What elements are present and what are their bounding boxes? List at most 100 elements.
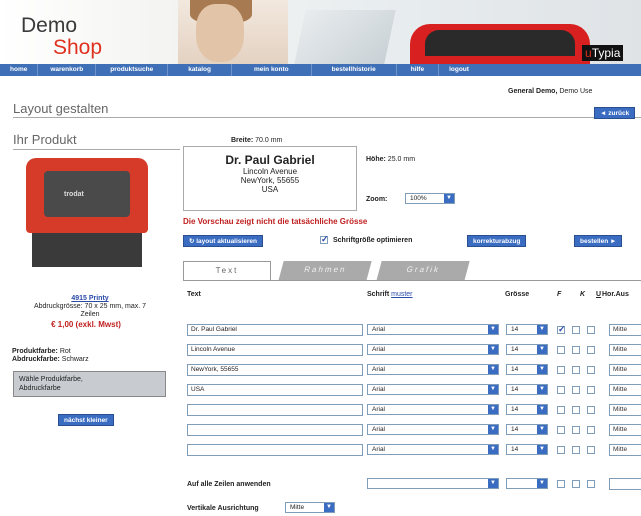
align-select[interactable]: Mitte	[609, 324, 641, 336]
underline-checkbox[interactable]	[587, 406, 595, 414]
size-select[interactable]: 14 ▼	[506, 344, 548, 355]
underline-checkbox[interactable]	[587, 326, 595, 334]
update-layout-button[interactable]: ↻ layout aktualisieren	[183, 235, 263, 247]
text-line-input[interactable]	[187, 424, 363, 436]
font-select[interactable]: Arial ▼	[367, 444, 499, 455]
logo-shop[interactable]: Shop	[53, 36, 102, 60]
preview-width: Breite: 70.0 mm	[231, 137, 283, 144]
apply-all-italic-checkbox[interactable]	[572, 480, 580, 488]
italic-checkbox[interactable]	[572, 346, 580, 354]
underline-checkbox[interactable]	[587, 386, 595, 394]
font-select[interactable]: Arial ▼	[367, 344, 499, 355]
font-select[interactable]: Arial ▼	[367, 404, 499, 415]
apply-all-font-select[interactable]: ▼	[367, 478, 499, 489]
optimize-font-label: Schriftgröße optimieren	[333, 237, 413, 244]
italic-checkbox[interactable]	[572, 406, 580, 414]
utypia-logo: uTypia	[582, 45, 624, 61]
tab-rahmen[interactable]: Rahmen	[278, 261, 372, 281]
font-select[interactable]: Arial ▼	[367, 364, 499, 375]
bold-checkbox[interactable]	[557, 324, 566, 335]
align-select[interactable]: Mitte	[609, 444, 641, 456]
proof-button[interactable]: korrekturabzug	[467, 235, 527, 247]
font-sample-link[interactable]: muster	[391, 291, 412, 298]
next-smaller-button[interactable]: nächst kleiner	[58, 414, 114, 426]
editor-tabs: Text Rahmen Grafik	[183, 261, 641, 281]
align-select[interactable]: Mitte	[609, 424, 641, 436]
nav-bestellhistorie[interactable]: bestellhistorie	[312, 64, 397, 76]
nav-warenkorb[interactable]: warenkorb	[38, 64, 97, 76]
bold-checkbox[interactable]	[557, 346, 565, 354]
align-select[interactable]: Mitte	[609, 344, 641, 356]
nav-home[interactable]: home	[0, 64, 39, 76]
underline-checkbox[interactable]	[587, 446, 595, 454]
tab-text[interactable]: Text	[183, 261, 271, 281]
text-line-input[interactable]: Lincoln Avenue	[187, 344, 363, 356]
preview-warning: Die Vorschau zeigt nicht die tatsächlich…	[183, 217, 368, 226]
font-select[interactable]: Arial ▼	[367, 384, 499, 395]
choose-color-button[interactable]: Wähle Produktfarbe, Abdruckfarbe	[13, 371, 166, 397]
title-divider	[13, 117, 641, 118]
stamp-brand-label: trodat	[64, 191, 84, 198]
apply-all-align-select[interactable]	[609, 478, 641, 490]
align-select[interactable]: Mitte	[609, 364, 641, 376]
nav-produktsuche[interactable]: produktsuche	[96, 64, 169, 76]
bold-checkbox[interactable]	[557, 386, 565, 394]
size-select[interactable]: 14 ▼	[506, 364, 548, 375]
stamp-window	[44, 171, 130, 217]
size-select[interactable]: 14 ▼	[506, 424, 548, 435]
underline-checkbox[interactable]	[587, 366, 595, 374]
product-divider	[13, 149, 180, 150]
page-title: Layout gestalten	[13, 101, 109, 116]
nav-katalog[interactable]: katalog	[168, 64, 232, 76]
stamp-preview: Dr. Paul Gabriel Lincoln Avenue NewYork,…	[183, 146, 357, 211]
chevron-down-icon: ▼	[537, 479, 547, 488]
font-select[interactable]: Arial ▼	[367, 424, 499, 435]
nav-logout[interactable]: logout	[439, 64, 479, 76]
logo-demo[interactable]: Demo	[21, 14, 77, 38]
chevron-down-icon: ▼	[537, 385, 547, 394]
text-line-input[interactable]: USA	[187, 384, 363, 396]
nav-mein-konto[interactable]: mein konto	[232, 64, 312, 76]
order-button[interactable]: bestellen ►	[574, 235, 623, 247]
font-select[interactable]: Arial ▼	[367, 324, 499, 335]
align-select[interactable]: Mitte	[609, 384, 641, 396]
chevron-down-icon: ▼	[488, 385, 498, 394]
apply-all-size-select[interactable]: ▼	[506, 478, 548, 489]
chevron-down-icon: ▼	[488, 479, 498, 488]
text-line-input[interactable]: Dr. Paul Gabriel	[187, 324, 363, 336]
optimize-font-checkbox[interactable]	[320, 234, 329, 245]
size-select[interactable]: 14 ▼	[506, 384, 548, 395]
underline-checkbox[interactable]	[587, 346, 595, 354]
italic-checkbox[interactable]	[572, 426, 580, 434]
apply-all-bold-checkbox[interactable]	[557, 480, 565, 488]
preview-line-2: Lincoln Avenue	[242, 167, 298, 176]
size-select[interactable]: 14 ▼	[506, 324, 548, 335]
vertical-align-select[interactable]: Mitte ▼	[285, 502, 335, 513]
underline-checkbox[interactable]	[587, 426, 595, 434]
italic-checkbox[interactable]	[572, 386, 580, 394]
text-line-input[interactable]	[187, 404, 363, 416]
zoom-select[interactable]: 100% ▼	[405, 193, 455, 204]
size-select[interactable]: 14 ▼	[506, 444, 548, 455]
bold-checkbox[interactable]	[557, 446, 565, 454]
bold-checkbox[interactable]	[557, 366, 565, 374]
zoom-label: Zoom:	[366, 196, 388, 203]
italic-checkbox[interactable]	[572, 326, 580, 334]
tab-grafik[interactable]: Grafik	[376, 261, 470, 281]
italic-checkbox[interactable]	[572, 446, 580, 454]
italic-checkbox[interactable]	[572, 366, 580, 374]
col-size-header: Grösse	[505, 291, 530, 298]
text-line-input[interactable]	[187, 444, 363, 456]
align-select[interactable]: Mitte	[609, 404, 641, 416]
text-line-input[interactable]: NewYork, 55655	[187, 364, 363, 376]
apply-all-underline-checkbox[interactable]	[587, 480, 595, 488]
product-name-link[interactable]: 4915 Printy	[0, 295, 180, 302]
product-size-info: Abdruckgrösse: 70 x 25 mm, max. 7	[33, 303, 147, 310]
nav-hilfe[interactable]: hilfe	[397, 64, 440, 76]
preview-height: Höhe: 25.0 mm	[366, 156, 416, 163]
bold-checkbox[interactable]	[557, 406, 565, 414]
back-button[interactable]: ◄ zurück	[594, 107, 636, 119]
size-select[interactable]: 14 ▼	[506, 404, 548, 415]
preview-line-1: Dr. Paul Gabriel	[225, 153, 315, 167]
bold-checkbox[interactable]	[557, 426, 565, 434]
